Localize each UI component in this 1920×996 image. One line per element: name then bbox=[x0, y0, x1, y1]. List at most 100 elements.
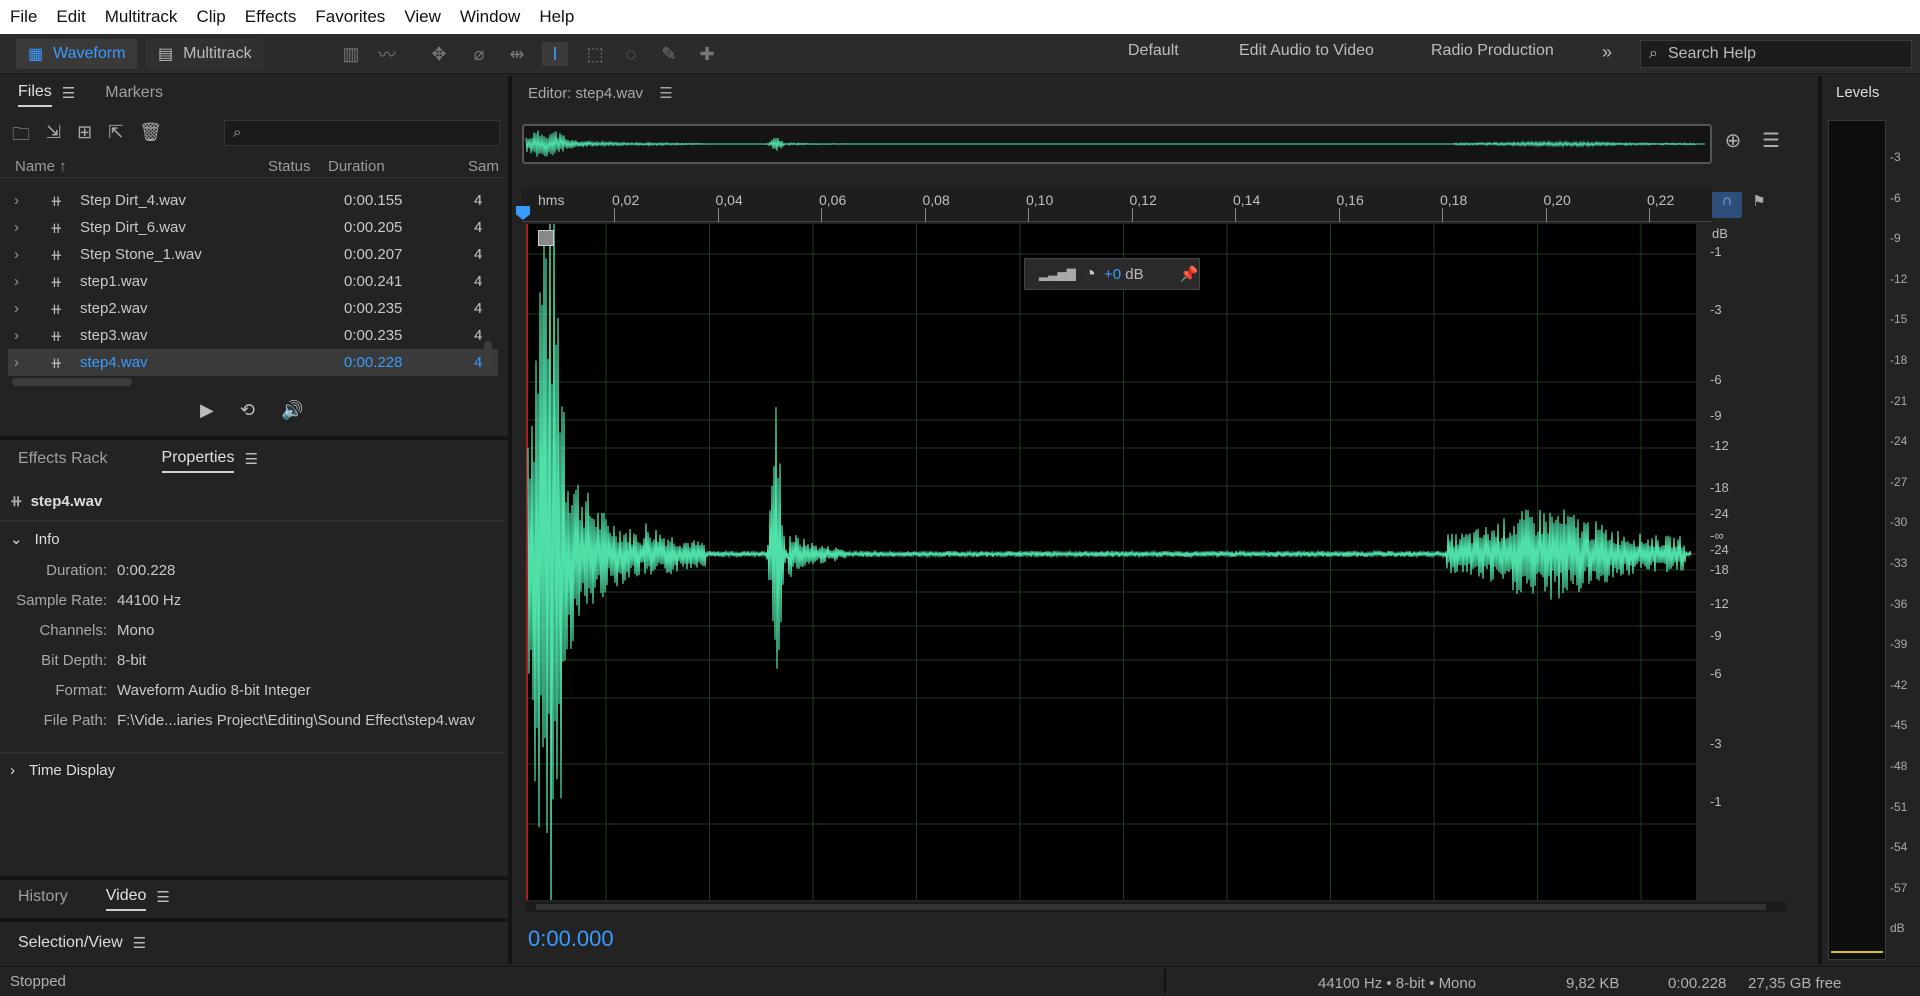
current-time-display[interactable]: 0:00.000 bbox=[528, 926, 614, 952]
waveform-mode-button[interactable]: ▦ Waveform bbox=[16, 39, 138, 69]
tab-selection-view[interactable]: Selection/View bbox=[18, 930, 123, 956]
db-scale-label: -24 bbox=[1710, 542, 1729, 557]
preview-autoplay-icon[interactable]: 🔊 bbox=[281, 400, 303, 421]
hud-pin-icon[interactable]: 📌 bbox=[1180, 265, 1199, 283]
time-selection-tool-icon[interactable]: I bbox=[542, 42, 568, 66]
chevron-right-icon[interactable]: › bbox=[14, 192, 19, 209]
levels-scale-label: -51 bbox=[1890, 799, 1908, 814]
spectral-pitch-icon[interactable]: 〰 bbox=[374, 42, 400, 66]
marker-pin-icon[interactable]: ⚑ bbox=[1748, 192, 1770, 218]
col-name[interactable]: Name ↑ bbox=[15, 158, 67, 175]
gain-knob-icon[interactable]: ◔ bbox=[1084, 263, 1096, 286]
file-row[interactable]: › ⧺ Step Dirt_6.wav 0:00.205 4 bbox=[8, 214, 498, 241]
file-row[interactable]: › ⧺ step3.wav 0:00.235 4 bbox=[8, 322, 498, 349]
preview-loop-icon[interactable]: ⟲ bbox=[240, 400, 255, 421]
search-help-field[interactable]: ⌕ Search Help bbox=[1640, 40, 1912, 68]
chevron-right-icon[interactable]: › bbox=[14, 354, 19, 371]
zoom-to-fit-icon[interactable]: ⊕ bbox=[1718, 128, 1748, 158]
file-list-scrollbar[interactable] bbox=[484, 341, 492, 371]
ruler-tick-label: 0,20 bbox=[1543, 192, 1571, 208]
chevron-right-icon[interactable]: › bbox=[14, 300, 19, 317]
levels-meter bbox=[1828, 120, 1886, 960]
horizontal-scrollbar[interactable] bbox=[526, 902, 1786, 912]
menu-view[interactable]: View bbox=[404, 7, 441, 27]
chevron-right-icon[interactable]: › bbox=[14, 246, 19, 263]
file-row[interactable]: › ⧺ step1.wav 0:00.241 4 bbox=[8, 268, 498, 295]
col-duration[interactable]: Duration bbox=[328, 158, 385, 175]
tab-history[interactable]: History bbox=[18, 884, 68, 910]
search-help-placeholder: Search Help bbox=[1667, 45, 1757, 62]
col-name-label: Name bbox=[15, 158, 56, 175]
properties-panel-menu-icon[interactable]: ☰ bbox=[244, 450, 257, 468]
workspace-radio-production[interactable]: Radio Production bbox=[1431, 42, 1554, 60]
multitrack-mode-button[interactable]: ▤ Multitrack bbox=[146, 39, 264, 69]
preview-play-icon[interactable]: ▶ bbox=[200, 400, 214, 421]
chevron-right-icon[interactable]: › bbox=[14, 219, 19, 236]
hud-gain[interactable]: ▂▃▅▇ ◔ +0 dB 📌 bbox=[1024, 258, 1200, 290]
audio-file-icon: ⧺ bbox=[50, 301, 63, 318]
separator bbox=[0, 520, 505, 522]
import-icon[interactable]: ⇲ bbox=[46, 122, 61, 152]
db-scale: dB -1 -3 -6 -9 -12 -18 -24 -∞ -24 -18 -12 -9 -6 -3 -1 bbox=[1696, 224, 1786, 900]
waveform-overview[interactable] bbox=[522, 124, 1712, 164]
trash-icon[interactable]: 🗑 bbox=[139, 122, 162, 152]
chevron-right-icon[interactable]: › bbox=[14, 327, 19, 344]
panel-divider[interactable] bbox=[0, 436, 508, 440]
open-folder-icon[interactable]: 🗀 bbox=[12, 122, 30, 152]
menu-window[interactable]: Window bbox=[460, 7, 520, 27]
tab-properties[interactable]: Properties bbox=[161, 445, 235, 473]
workspace-edit-audio-to-video[interactable]: Edit Audio to Video bbox=[1239, 42, 1374, 60]
scrollbar-thumb[interactable] bbox=[536, 904, 1766, 910]
file-name: Step Dirt_6.wav bbox=[80, 219, 186, 236]
menu-effects[interactable]: Effects bbox=[245, 7, 297, 27]
move-tool-icon[interactable]: ✥ bbox=[426, 42, 452, 66]
files-panel-menu-icon[interactable]: ☰ bbox=[62, 84, 75, 102]
video-panel-menu-icon[interactable]: ☰ bbox=[156, 888, 169, 906]
menu-file[interactable]: File bbox=[10, 7, 37, 27]
slip-tool-icon[interactable]: ⇹ bbox=[504, 42, 530, 66]
tab-files[interactable]: Files bbox=[18, 79, 52, 107]
menu-edit[interactable]: Edit bbox=[56, 7, 85, 27]
tab-effects-rack[interactable]: Effects Rack bbox=[18, 446, 108, 472]
snap-toggle-icon[interactable]: ∩ bbox=[1712, 192, 1742, 218]
col-sample[interactable]: Sam bbox=[468, 158, 499, 175]
file-list-hscrollbar[interactable] bbox=[12, 378, 132, 386]
file-row[interactable]: › ⧺ Step Stone_1.wav 0:00.207 4 bbox=[8, 241, 498, 268]
file-row[interactable]: › ⧺ step4.wav 0:00.228 4 bbox=[8, 349, 498, 376]
info-section-toggle[interactable]: ⌄ Info bbox=[10, 530, 60, 548]
col-status[interactable]: Status bbox=[268, 158, 311, 175]
file-row[interactable]: › ⧺ step2.wav 0:00.235 4 bbox=[8, 295, 498, 322]
tab-video[interactable]: Video bbox=[105, 883, 147, 911]
db-scale-label: -18 bbox=[1710, 480, 1729, 495]
tab-markers[interactable]: Markers bbox=[105, 80, 163, 106]
multitrack-icon: ▤ bbox=[158, 46, 174, 63]
spectral-frequency-icon[interactable]: ▥ bbox=[338, 42, 364, 66]
waveform-display[interactable]: ▂▃▅▇ ◔ +0 dB 📌 bbox=[526, 224, 1696, 900]
time-ruler[interactable]: hms 0,02 0,04 0,06 0,08 0,10 0,12 0,14 0,16 0,18… bbox=[522, 188, 1712, 222]
time-display-toggle[interactable]: › Time Display bbox=[10, 762, 115, 779]
workspace-default[interactable]: Default bbox=[1128, 42, 1179, 60]
razor-tool-icon[interactable]: ⌀ bbox=[466, 42, 492, 66]
menu-favorites[interactable]: Favorites bbox=[315, 7, 385, 27]
files-search-input[interactable]: ⌕ bbox=[224, 120, 500, 146]
file-sample: 4 bbox=[474, 354, 483, 371]
levels-scale-label: -15 bbox=[1890, 312, 1908, 327]
lasso-tool-icon[interactable]: ◌ bbox=[618, 42, 644, 66]
selection-view-menu-icon[interactable]: ☰ bbox=[133, 934, 146, 952]
editor-menu-icon[interactable]: ☰ bbox=[659, 85, 672, 102]
transport-status: Stopped bbox=[10, 973, 66, 990]
insert-icon[interactable]: ⊞ bbox=[77, 122, 92, 152]
menu-clip[interactable]: Clip bbox=[196, 7, 225, 27]
more-workspaces-button[interactable]: » bbox=[1602, 42, 1612, 63]
fade-in-handle-icon[interactable] bbox=[538, 230, 554, 246]
marquee-tool-icon[interactable]: ⬚ bbox=[582, 42, 608, 66]
chevron-right-icon[interactable]: › bbox=[14, 273, 19, 290]
file-row[interactable]: › ⧺ Step Dirt_4.wav 0:00.155 4 bbox=[8, 187, 498, 214]
overview-settings-icon[interactable]: ☰ bbox=[1756, 128, 1786, 158]
menu-multitrack[interactable]: Multitrack bbox=[105, 7, 178, 27]
menu-help[interactable]: Help bbox=[539, 7, 574, 27]
brush-tool-icon[interactable]: ✎ bbox=[656, 42, 682, 66]
export-icon[interactable]: ⇱ bbox=[108, 122, 123, 152]
spot-healing-tool-icon[interactable]: ✚ bbox=[694, 42, 720, 66]
ruler-tick bbox=[1131, 208, 1133, 222]
